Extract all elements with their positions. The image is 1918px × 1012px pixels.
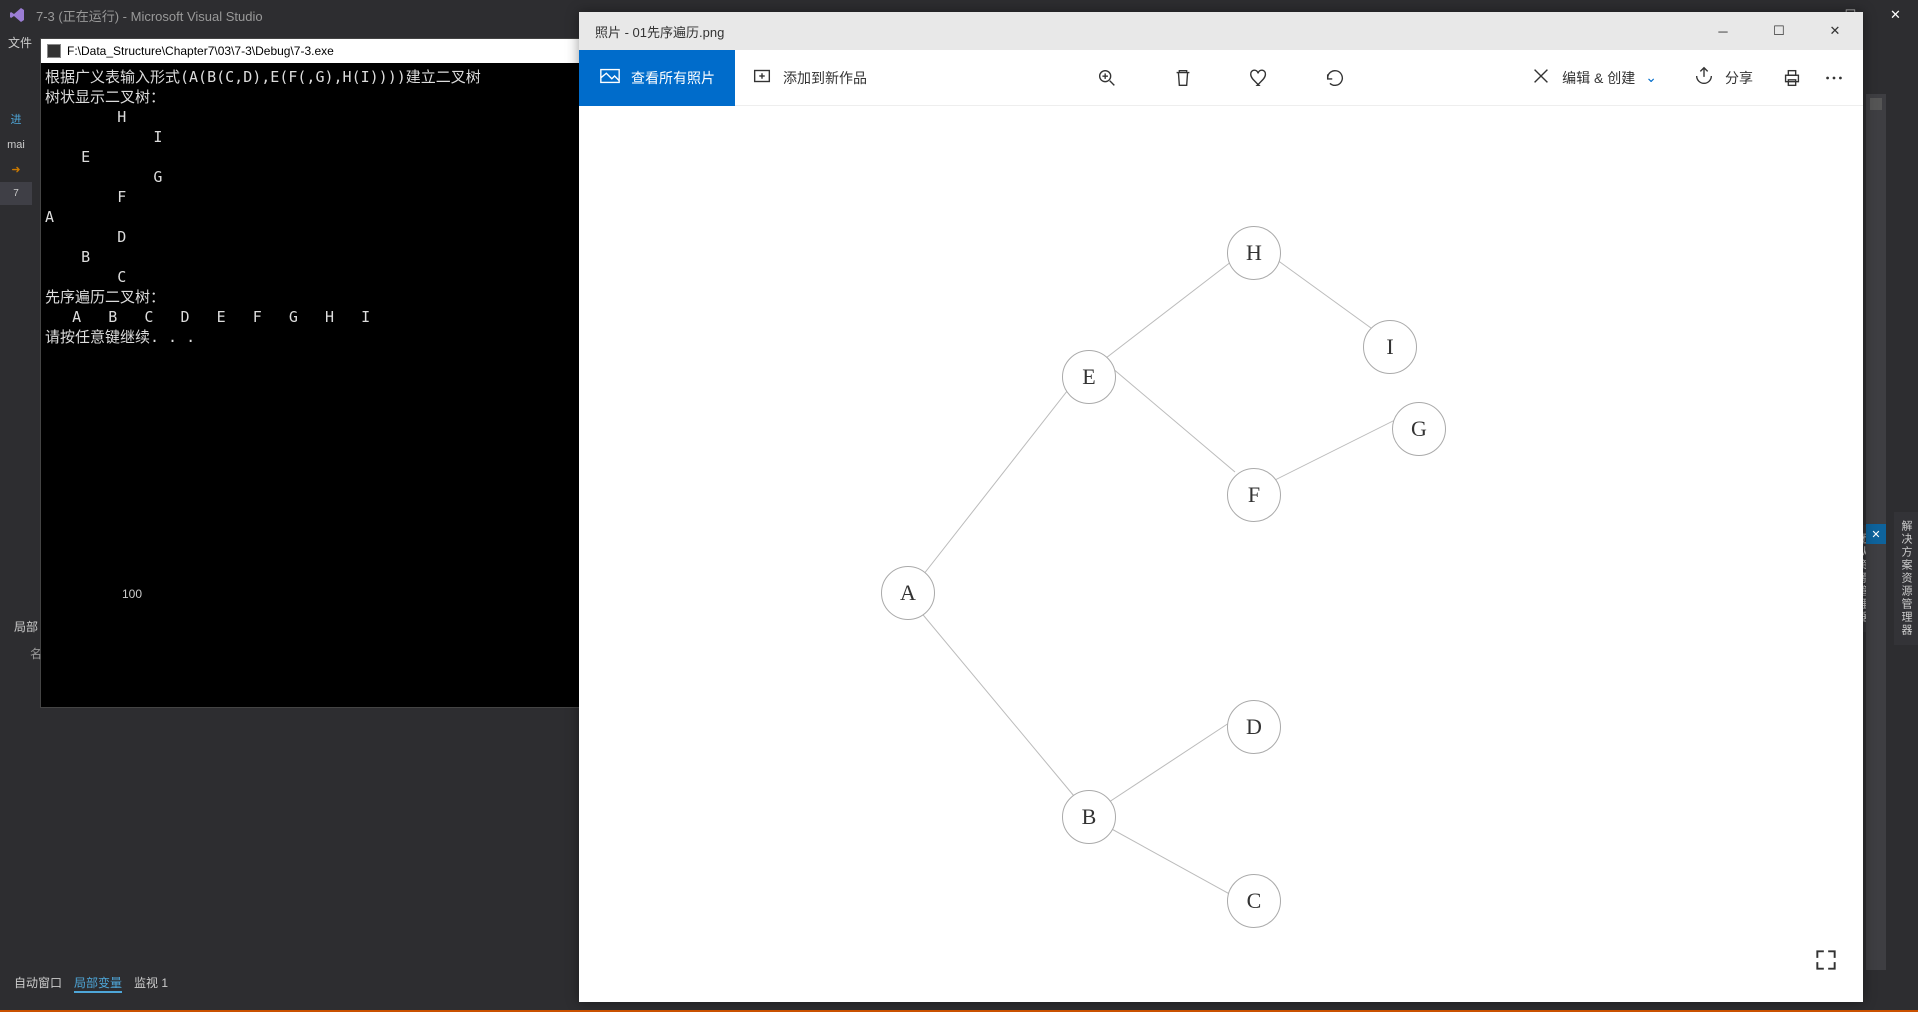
console-titlebar[interactable]: F:\Data_Structure\Chapter7\03\7-3\Debug\… — [41, 39, 584, 63]
add-to-creation-button[interactable]: 添加到新作品 — [735, 50, 883, 106]
tree-node-E: E — [1062, 350, 1116, 404]
tab-locals[interactable]: 局部变量 — [74, 974, 122, 993]
photos-minimize-button[interactable]: ─ — [1695, 12, 1751, 50]
tree-node-A: A — [881, 566, 935, 620]
more-icon[interactable] — [1823, 67, 1845, 89]
share-label: 分享 — [1725, 68, 1753, 88]
photos-titlebar[interactable]: 照片 - 01先序遍历.png ─ ☐ ✕ — [579, 12, 1863, 50]
photos-title: 照片 - 01先序遍历.png — [595, 22, 724, 41]
photos-right-controls: 编辑 & 创建 ⌄ 分享 — [1522, 50, 1863, 106]
share-icon — [1693, 65, 1715, 90]
photos-maximize-button[interactable]: ☐ — [1751, 12, 1807, 50]
zoom-icon[interactable] — [1096, 67, 1118, 89]
vs-left-item-1[interactable]: 进 — [0, 105, 32, 133]
tree-node-F: F — [1227, 468, 1281, 522]
chevron-down-icon: ⌄ — [1645, 69, 1657, 86]
tree-node-G: G — [1392, 402, 1446, 456]
vs-left-item-arrow[interactable]: ➜ — [0, 157, 32, 182]
console-title: F:\Data_Structure\Chapter7\03\7-3\Debug\… — [67, 44, 334, 58]
vs-panel-solution-explorer[interactable]: 解决方案资源管理器 — [1894, 512, 1918, 645]
tree-node-B: B — [1062, 790, 1116, 844]
vs-menu-file[interactable]: 文件 — [8, 34, 32, 51]
vs-left-toolbar: 进 mai ➜ 7 — [0, 55, 32, 755]
photos-toolbar: 查看所有照片 添加到新作品 — [579, 50, 1863, 106]
add-to-icon — [751, 65, 773, 90]
view-all-photos-button[interactable]: 查看所有照片 — [579, 50, 735, 106]
vs-zoom-percent: 100 — [122, 587, 142, 601]
edit-create-label: 编辑 & 创建 — [1562, 68, 1635, 88]
edit-create-button[interactable]: 编辑 & 创建 ⌄ — [1522, 50, 1665, 106]
vs-title: 7-3 (正在运行) - Microsoft Visual Studio — [36, 6, 263, 25]
vs-left-item-tab[interactable]: 7 — [0, 182, 32, 205]
tree-node-I: I — [1363, 320, 1417, 374]
photos-canvas[interactable]: A B C D E F G H I — [579, 106, 1863, 1002]
favorite-icon[interactable] — [1248, 67, 1270, 89]
console-output: 根据广义表输入形式(A(B(C,D),E(F(,G),H(I))))建立二叉树 … — [41, 63, 584, 351]
add-to-creation-label: 添加到新作品 — [783, 68, 867, 88]
console-window: F:\Data_Structure\Chapter7\03\7-3\Debug\… — [40, 38, 585, 708]
photos-center-icons — [1096, 67, 1346, 89]
vs-right-panels: 解决方案资源管理器 团队资源管理器 持续 — [1886, 18, 1918, 998]
vs-panel-close-button[interactable]: ✕ — [1866, 524, 1886, 544]
share-button[interactable]: 分享 — [1685, 50, 1761, 106]
print-icon[interactable] — [1781, 67, 1803, 89]
tree-node-H: H — [1227, 226, 1281, 280]
vs-scrollbar-vertical[interactable]: ✕ — [1866, 94, 1886, 1012]
photos-close-button[interactable]: ✕ — [1807, 12, 1863, 50]
console-app-icon — [47, 44, 61, 58]
photos-window: 照片 - 01先序遍历.png ─ ☐ ✕ 查看所有照片 添加到新作品 — [579, 12, 1863, 1002]
tab-watch[interactable]: 监视 1 — [134, 974, 168, 993]
vs-locals-name-column: 名 — [30, 645, 42, 662]
vs-logo-icon — [8, 6, 26, 24]
photos-window-controls: ─ ☐ ✕ — [1695, 12, 1863, 50]
edit-icon — [1530, 65, 1552, 90]
vs-locals-title: 局部 — [14, 618, 38, 635]
tree-node-C: C — [1227, 874, 1281, 928]
photos-collection-icon — [599, 65, 621, 90]
vs-left-item-2[interactable]: mai — [0, 133, 32, 157]
view-all-photos-label: 查看所有照片 — [631, 68, 715, 88]
delete-icon[interactable] — [1172, 67, 1194, 89]
tree-edges-svg — [579, 106, 1863, 1002]
tab-auto[interactable]: 自动窗口 — [14, 974, 62, 993]
rotate-icon[interactable] — [1324, 67, 1346, 89]
tree-node-D: D — [1227, 700, 1281, 754]
expand-fullscreen-icon[interactable] — [1813, 947, 1839, 978]
